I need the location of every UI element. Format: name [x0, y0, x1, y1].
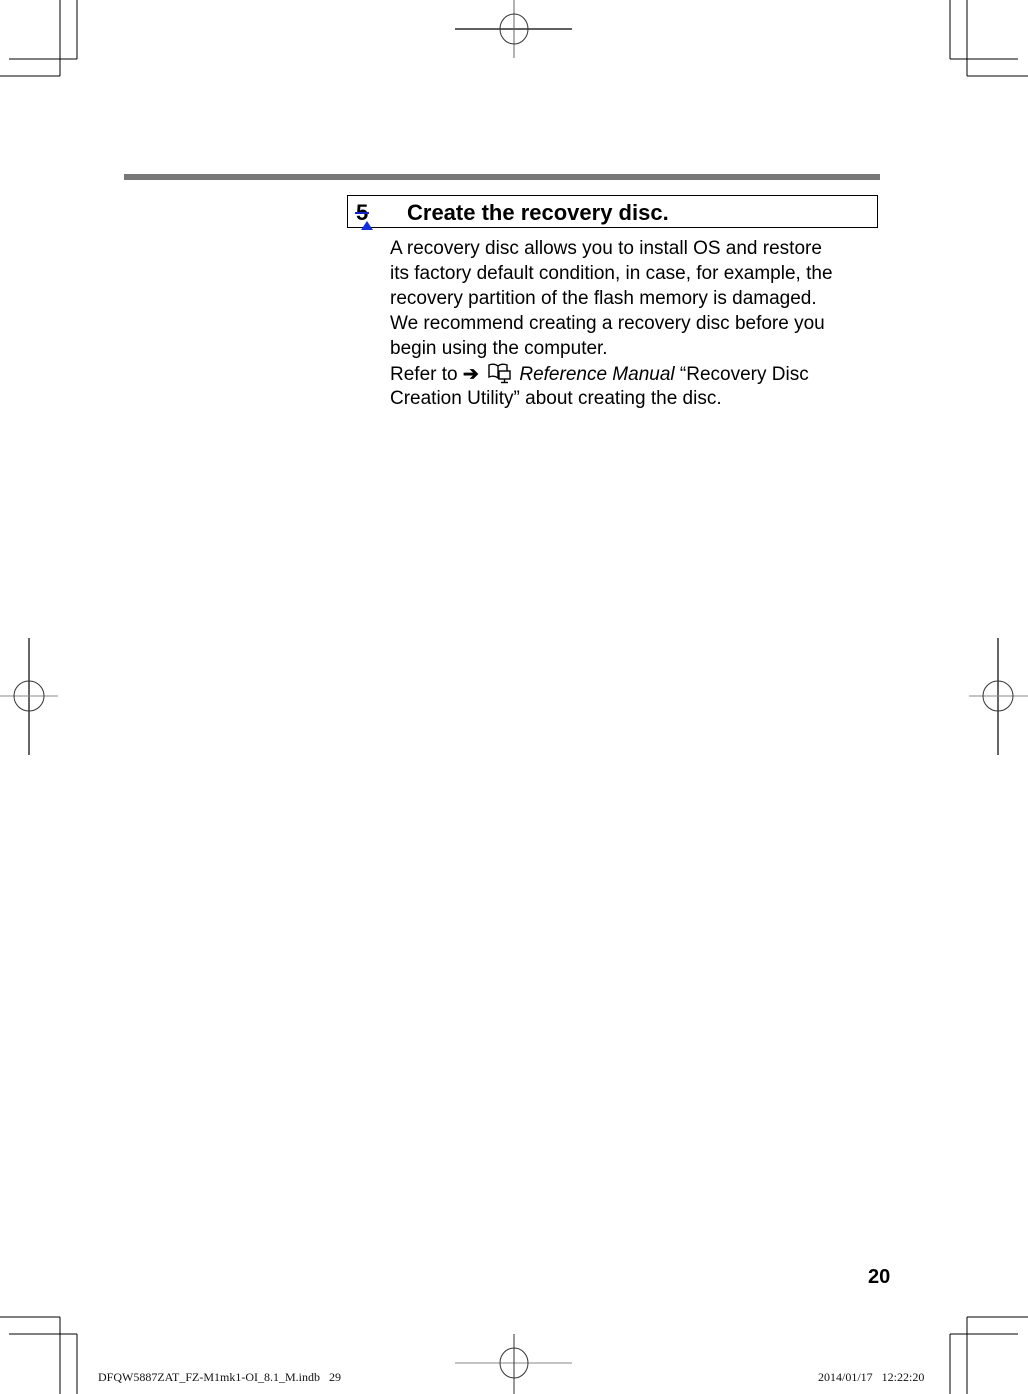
footer-filename: DFQW5887ZAT_FZ-M1mk1-OI_8.1_M.indb 29	[98, 1370, 341, 1384]
arrow-right-icon: ➔	[462, 364, 479, 385]
description-line: A recovery disc allows you to install OS…	[390, 238, 822, 259]
step-heading-box: 5 Create the recovery disc.	[347, 195, 878, 230]
description-line: recovery partition of the flash memory i…	[390, 288, 817, 309]
step-title: Create the recovery disc.	[407, 200, 669, 225]
annotation-caret-icon	[361, 221, 373, 230]
reference-manual-link[interactable]: Reference Manual	[519, 364, 674, 385]
registration-mark-bottom	[455, 1334, 572, 1394]
step-description: A recovery disc allows you to install OS…	[390, 236, 890, 361]
page-number: 20	[868, 1266, 891, 1288]
description-line: We recommend creating a recovery disc be…	[390, 313, 825, 334]
annotation-mark	[355, 212, 369, 214]
registration-mark-top	[455, 0, 572, 58]
reference-prefix: Refer to	[390, 364, 458, 385]
reference-manual-book-icon	[486, 362, 512, 384]
step-number: 5	[355, 200, 373, 230]
description-line: its factory default condition, in case, …	[390, 263, 833, 284]
registration-mark-left	[0, 638, 58, 755]
registration-mark-right	[969, 638, 1028, 755]
section-divider-bar	[124, 174, 880, 180]
footer-timestamp: 2014/01/17 12:22:20	[818, 1370, 925, 1384]
reference-topic: “Recovery Disc	[679, 364, 809, 385]
reference-note: Refer to ➔ Reference Manual “Recovery Di…	[390, 362, 890, 411]
description-line: begin using the computer.	[390, 338, 608, 359]
reference-line-2: Creation Utility” about creating the dis…	[390, 388, 722, 409]
